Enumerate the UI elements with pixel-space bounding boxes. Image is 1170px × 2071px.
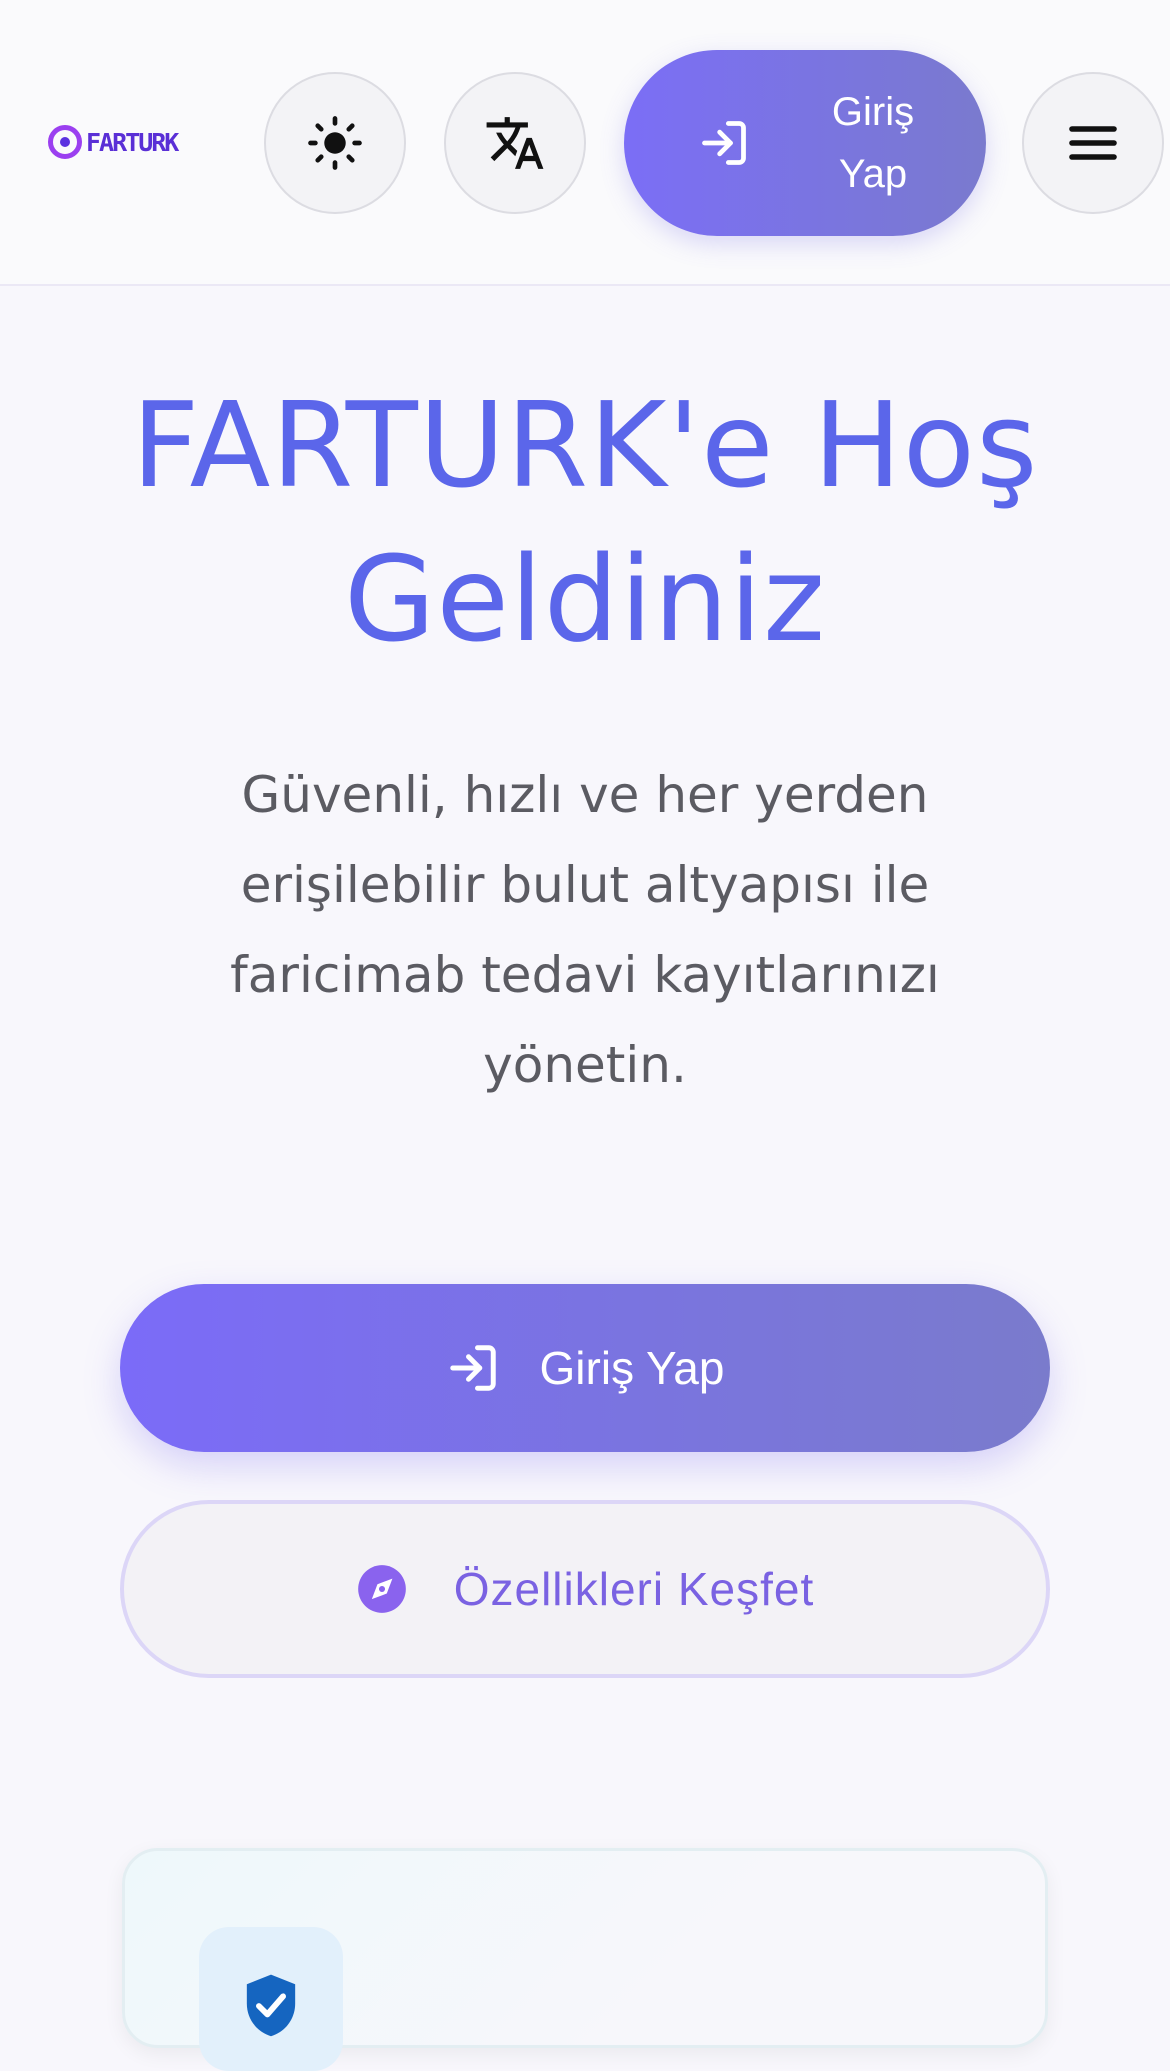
menu-button[interactable] [1022,72,1164,214]
explore-features-label: Özellikleri Keşfet [453,1563,815,1615]
farturk-logo[interactable]: FARTURK [48,124,179,160]
logo-text: FARTURK [86,127,179,157]
hero-description-line: faricimab tedavi kayıtlarınızı [230,946,940,1004]
language-button[interactable] [444,72,586,214]
logo-mark-icon [48,125,82,159]
sun-icon [308,116,362,170]
hero-description: Güvenli, hızlı ve her yerden erişilebili… [190,750,980,1110]
theme-toggle-button[interactable] [264,72,406,214]
login-button[interactable]: Giriş Yap [120,1284,1050,1452]
header-login-label-line1: Giriş [831,90,915,134]
hero-description-line: Güvenli, hızlı ve her yerden [241,766,929,824]
hero-title: FARTURK'e Hoş Geldiniz [60,368,1110,676]
hero-description-line: yönetin. [483,1036,687,1094]
header-login-label-line2: Yap [838,152,908,196]
header-login-label: Giriş Yap [798,81,948,205]
feature-icon-container [199,1927,343,2071]
explore-features-button[interactable]: Özellikleri Keşfet [120,1500,1050,1678]
login-icon [702,121,746,165]
hero-title-line2: Geldiniz [343,530,827,668]
top-header: FARTURK Giriş Yap [0,0,1170,286]
login-button-label: Giriş Yap [539,1342,725,1394]
header-login-button[interactable]: Giriş Yap [624,50,986,236]
hero-description-line: erişilebilir bulut altyapısı ile [240,856,930,914]
shield-check-icon [246,1974,296,2037]
hamburger-menu-icon [1069,126,1117,160]
hero-title-line1: FARTURK'e Hoş [131,376,1039,514]
compass-icon [357,1565,406,1613]
translate-icon [486,117,544,169]
login-icon [449,1345,496,1391]
feature-card [122,1848,1048,2071]
